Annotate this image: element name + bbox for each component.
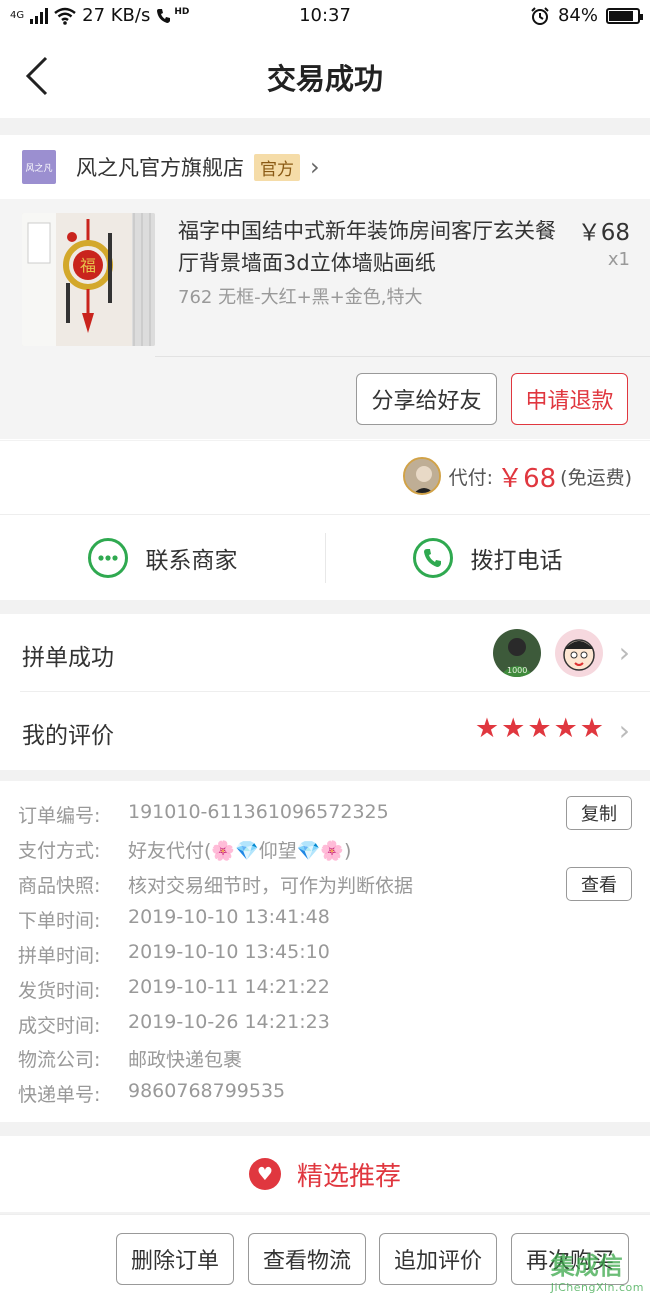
info-key: 下单时间: bbox=[18, 910, 101, 932]
group-time: 2019-10-10 13:45:10 bbox=[128, 941, 330, 963]
payment-method: 好友代付(🌸💎仰望💎🌸) bbox=[128, 840, 352, 862]
info-key: 快递单号: bbox=[18, 1084, 101, 1106]
my-review-label: 我的评价 bbox=[22, 723, 114, 749]
info-key: 物流公司: bbox=[18, 1049, 101, 1071]
svg-text:福: 福 bbox=[80, 256, 96, 275]
nav-bar: 交易成功 bbox=[0, 34, 650, 118]
group-time-row: 拼单时间: 2019-10-10 13:45:10 bbox=[18, 941, 330, 968]
watermark-sub: JiChengXin.com bbox=[550, 1281, 644, 1294]
deal-time-row: 成交时间: 2019-10-26 14:21:23 bbox=[18, 1011, 330, 1038]
tracking-number-row: 快递单号: 9860768799535 bbox=[18, 1080, 285, 1107]
view-logistics-button[interactable]: 查看物流 bbox=[248, 1233, 366, 1285]
divider bbox=[155, 356, 650, 357]
snapshot-row: 商品快照: 核对交易细节时，可作为判断依据 bbox=[18, 871, 413, 898]
order-time-row: 下单时间: 2019-10-10 13:41:48 bbox=[18, 906, 330, 933]
recommend-label: 精选推荐 bbox=[296, 1161, 401, 1192]
call-label: 拨打电话 bbox=[470, 548, 563, 574]
logistics-company-row: 物流公司: 邮政快递包裹 bbox=[18, 1045, 242, 1072]
product-quantity: x1 bbox=[607, 249, 630, 270]
store-name: 风之凡官方旗舰店 bbox=[76, 156, 244, 180]
product-name[interactable]: 福字中国结中式新年装饰房间客厅玄关餐厅背景墙面3d立体墙贴画纸 bbox=[178, 215, 568, 279]
payment-method-row: 支付方式: 好友代付(🌸💎仰望💎🌸) bbox=[18, 836, 351, 863]
watermark-main: 集成信 bbox=[550, 1252, 623, 1280]
rating-stars: ★ ★ ★ ★ ★ bbox=[475, 714, 604, 744]
star-icon: ★ bbox=[553, 713, 578, 744]
contact-bar: 联系商家 拨打电话 bbox=[0, 514, 650, 600]
star-icon: ★ bbox=[579, 713, 604, 744]
payment-prefix: 代付: bbox=[448, 466, 494, 489]
chevron-right-icon: › bbox=[310, 153, 320, 181]
add-review-button[interactable]: 追加评价 bbox=[379, 1233, 497, 1285]
ship-time: 2019-10-11 14:21:22 bbox=[128, 976, 330, 998]
page-title: 交易成功 bbox=[266, 62, 383, 96]
info-key: 订单编号: bbox=[18, 805, 101, 827]
info-key: 拼单时间: bbox=[18, 945, 101, 967]
product-spec: 762 无框-大红+黑+金色,特大 bbox=[178, 287, 423, 308]
avatar bbox=[555, 629, 603, 677]
order-info: 订单编号: 191010-611361096572325 支付方式: 好友代付(🌸💎… bbox=[0, 781, 650, 1122]
info-key: 成交时间: bbox=[18, 1015, 101, 1037]
view-snapshot-button[interactable]: 查看 bbox=[566, 867, 632, 901]
official-badge: 官方 bbox=[254, 153, 300, 181]
store-logo: 风之凡 bbox=[22, 150, 56, 184]
order-number-row: 订单编号: 191010-611361096572325 bbox=[18, 801, 389, 828]
chat-icon bbox=[87, 538, 128, 578]
watermark-logo: 集成信 JiChengXin.com bbox=[551, 1246, 644, 1294]
heart-icon: ♥ bbox=[248, 1158, 281, 1190]
copy-button[interactable]: 复制 bbox=[566, 796, 632, 830]
refund-button[interactable]: 申请退款 bbox=[511, 373, 628, 425]
group-success-row[interactable]: 拼单成功 1000 › bbox=[0, 614, 650, 692]
payment-summary: 代付: ￥68 (免运费) bbox=[0, 441, 650, 515]
battery-icon bbox=[606, 7, 643, 24]
order-time: 2019-10-10 13:41:48 bbox=[128, 906, 330, 928]
svg-text:1000: 1000 bbox=[507, 666, 527, 675]
my-review-row[interactable]: 我的评价 ★ ★ ★ ★ ★ › bbox=[0, 692, 650, 770]
product-thumbnail[interactable]: 福 bbox=[22, 213, 155, 346]
status-bar: 4G 27 KB/s HD 10:37 84% bbox=[0, 0, 650, 34]
payment-amount: ￥68 bbox=[497, 463, 557, 494]
deal-time: 2019-10-26 14:21:23 bbox=[128, 1011, 330, 1033]
logistics-company: 邮政快递包裹 bbox=[128, 1049, 243, 1071]
ship-time-row: 发货时间: 2019-10-11 14:21:22 bbox=[18, 976, 330, 1003]
order-number: 191010-611361096572325 bbox=[128, 801, 389, 823]
avatar: 1000 bbox=[493, 629, 541, 677]
chevron-right-icon: › bbox=[618, 714, 630, 747]
recommend-header: ♥ 精选推荐 bbox=[0, 1136, 650, 1212]
info-key: 发货时间: bbox=[18, 980, 101, 1002]
alarm-icon bbox=[531, 6, 549, 25]
battery-percent: 84% bbox=[557, 5, 598, 26]
group-success-label: 拼单成功 bbox=[22, 645, 114, 671]
payer-avatar bbox=[402, 457, 441, 495]
delete-order-button[interactable]: 删除订单 bbox=[116, 1233, 234, 1285]
call-button[interactable]: 拨打电话 bbox=[325, 515, 650, 601]
product-price: ￥68 bbox=[577, 220, 630, 246]
star-icon: ★ bbox=[474, 713, 500, 744]
snapshot-text: 核对交易细节时，可作为判断依据 bbox=[128, 875, 414, 897]
chevron-right-icon: › bbox=[618, 636, 630, 669]
star-icon: ★ bbox=[501, 713, 526, 744]
order-card: 风之凡 风之凡官方旗舰店 官方 › 福 福字中国结中式新年装饰房间客厅玄关餐厅背… bbox=[0, 135, 650, 440]
share-button[interactable]: 分享给好友 bbox=[356, 373, 497, 425]
product-item[interactable]: 福 福字中国结中式新年装饰房间客厅玄关餐厅背景墙面3d立体墙贴画纸 762 无框… bbox=[0, 199, 650, 439]
store-header[interactable]: 风之凡 风之凡官方旗舰店 官方 › bbox=[0, 135, 650, 199]
tracking-number: 9860768799535 bbox=[128, 1080, 286, 1102]
shipping-note: (免运费) bbox=[560, 466, 632, 489]
info-key: 支付方式: bbox=[18, 840, 101, 862]
contact-merchant-label: 联系商家 bbox=[145, 548, 238, 574]
phone-icon bbox=[412, 538, 453, 578]
star-icon: ★ bbox=[527, 713, 552, 744]
info-key: 商品快照: bbox=[18, 875, 101, 897]
contact-merchant-button[interactable]: 联系商家 bbox=[0, 515, 325, 601]
